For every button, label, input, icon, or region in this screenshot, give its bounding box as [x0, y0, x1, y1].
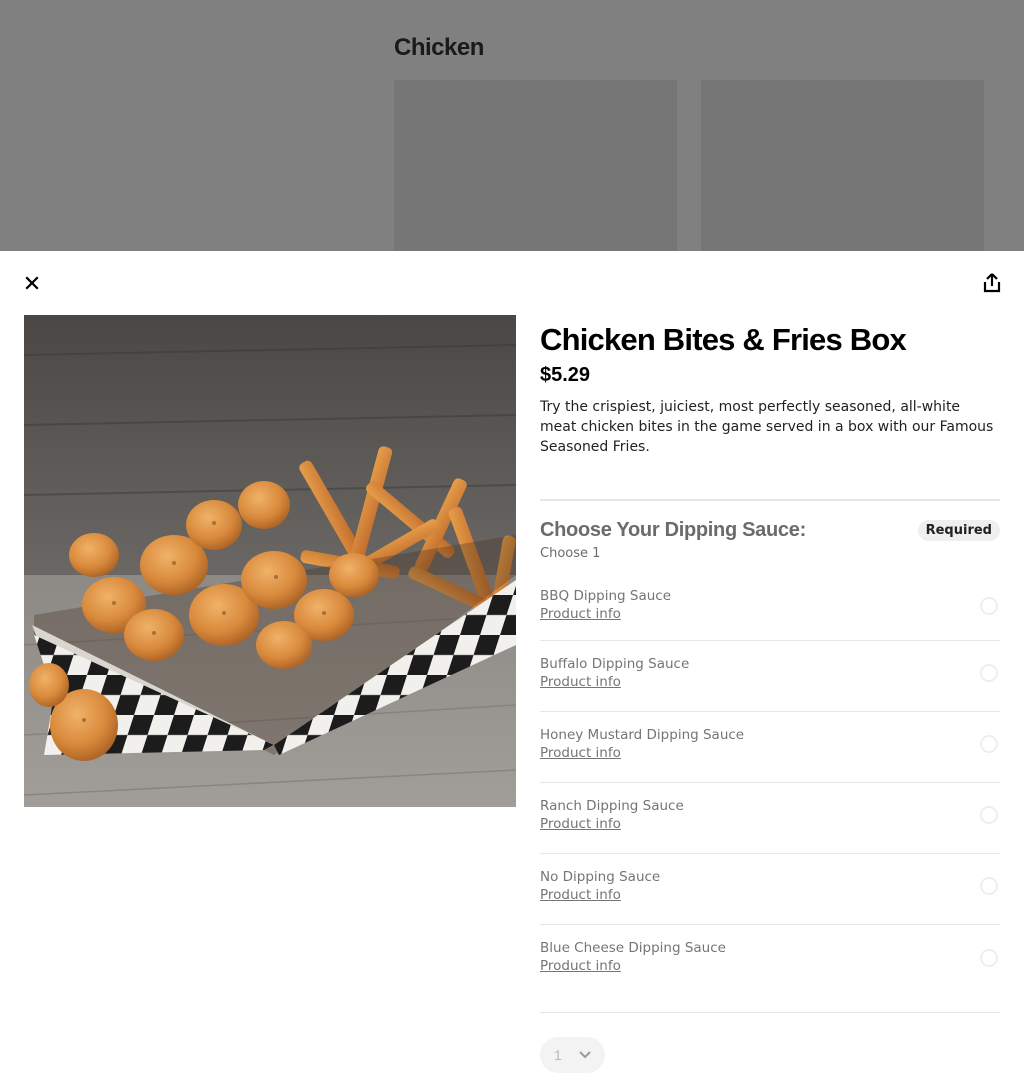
sauce-option-ranch[interactable]: Ranch Dipping Sauce Product info [540, 783, 1000, 855]
product-info-link[interactable]: Product info [540, 958, 621, 974]
sauce-options-list: BBQ Dipping Sauce Product info Buffalo D… [540, 577, 1000, 996]
sauce-section-header: Choose Your Dipping Sauce: Required [540, 519, 1000, 542]
share-button[interactable] [978, 269, 1006, 297]
option-radio[interactable] [980, 948, 998, 967]
quantity-select[interactable]: 1 [540, 1037, 605, 1074]
option-radio[interactable] [980, 877, 998, 896]
product-description: Try the crispiest, juiciest, most perfec… [540, 399, 994, 456]
option-name: Honey Mustard Dipping Sauce [540, 726, 745, 743]
sauce-option-buffalo[interactable]: Buffalo Dipping Sauce Product info [540, 641, 1000, 713]
close-icon [25, 276, 39, 290]
sauce-option-honey-mustard[interactable]: Honey Mustard Dipping Sauce Product info [540, 712, 1000, 784]
sauce-option-blue-cheese[interactable]: Blue Cheese Dipping Sauce Product info [540, 925, 1000, 996]
quantity-value: 1 [554, 1047, 562, 1064]
option-radio[interactable] [980, 806, 998, 825]
background-product-card [394, 80, 677, 251]
close-button[interactable] [18, 269, 46, 297]
background-section-title: Chicken [394, 34, 484, 61]
background-page: Chicken [0, 0, 1024, 251]
product-info-link[interactable]: Product info [540, 887, 621, 903]
option-name: Ranch Dipping Sauce [540, 797, 684, 814]
option-radio[interactable] [980, 664, 998, 683]
sauce-section-title: Choose Your Dipping Sauce: [540, 519, 806, 542]
required-badge: Required [917, 520, 1000, 542]
product-info-link[interactable]: Product info [540, 816, 621, 832]
option-radio[interactable] [980, 735, 998, 754]
option-name: Buffalo Dipping Sauce [540, 655, 690, 672]
section-divider [540, 1012, 1000, 1014]
option-radio[interactable] [980, 596, 998, 615]
product-price: $5.29 [540, 364, 591, 387]
option-name: No Dipping Sauce [540, 868, 661, 885]
product-modal: Chicken Bites & Fries Box $5.29 Try the … [0, 251, 1024, 1091]
product-title: Chicken Bites & Fries Box [540, 322, 907, 357]
product-info-link[interactable]: Product info [540, 745, 621, 761]
sauce-section-subtitle: Choose 1 [540, 546, 601, 562]
option-name: BBQ Dipping Sauce [540, 588, 672, 605]
product-info-link[interactable]: Product info [540, 674, 621, 690]
chevron-down-icon [579, 1051, 591, 1059]
option-name: Blue Cheese Dipping Sauce [540, 940, 726, 957]
product-photo [24, 315, 516, 807]
section-divider [540, 499, 1000, 502]
product-image [24, 315, 516, 807]
background-product-card [701, 80, 984, 251]
sauce-option-bbq[interactable]: BBQ Dipping Sauce Product info [540, 577, 1000, 642]
product-details: Chicken Bites & Fries Box $5.29 Try the … [540, 315, 1000, 1074]
product-info-link[interactable]: Product info [540, 606, 621, 622]
sauce-option-none[interactable]: No Dipping Sauce Product info [540, 854, 1000, 926]
share-icon [983, 273, 1001, 293]
